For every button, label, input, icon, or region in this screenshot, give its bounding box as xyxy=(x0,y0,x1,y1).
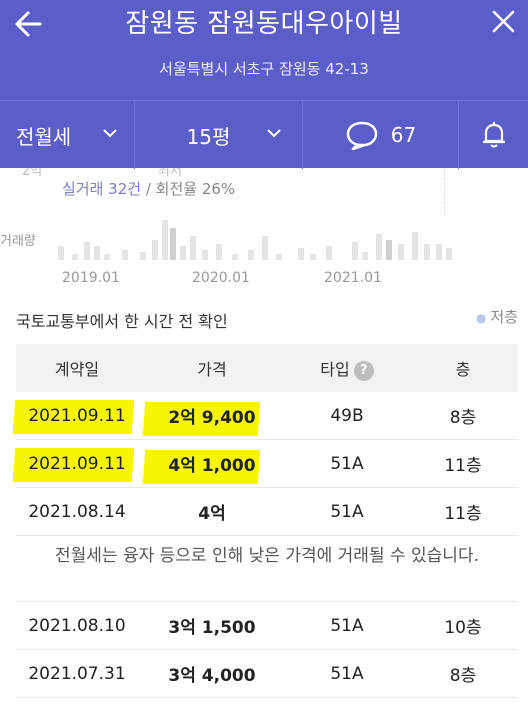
transactions-table: 계약일 가격 타입? 층 2021.09.11 2억 9,400 49B 8층 … xyxy=(16,344,518,698)
header-type-label: 타입 xyxy=(320,359,350,379)
table-row[interactable]: 2021.07.31 3억 4,000 51A 8층 xyxy=(16,650,518,698)
volume-bar xyxy=(84,242,90,260)
volume-bar xyxy=(180,246,186,260)
row-type: 51A xyxy=(330,453,364,474)
legend-dot-icon: ● xyxy=(475,311,487,325)
row-date: 2021.07.31 xyxy=(28,663,126,684)
volume-bar xyxy=(104,254,110,260)
chart-axis-label: 2억 xyxy=(22,168,43,179)
address-text: 서울특별시 서초구 잠원동 42-13 xyxy=(159,60,369,78)
notification-button[interactable] xyxy=(458,101,528,169)
volume-bar xyxy=(436,244,442,260)
rent-notice: 전월세는 융자 등으로 인해 낮은 가격에 거래될 수 있습니다. xyxy=(16,536,518,602)
comments-button[interactable]: 67 xyxy=(302,101,458,169)
back-arrow-icon xyxy=(15,11,42,37)
filter-bar: 전월세 15평 67 xyxy=(0,100,528,169)
volume-bar xyxy=(140,252,146,260)
size-dropdown[interactable]: 15평 xyxy=(134,101,302,169)
row-price: 2억 9,400 xyxy=(168,408,256,428)
comment-bubble-icon xyxy=(346,121,378,150)
row-date: 2021.08.14 xyxy=(28,501,126,522)
volume-bar xyxy=(72,254,78,260)
volume-bar xyxy=(412,232,418,260)
volume-bar xyxy=(352,242,358,260)
volume-bar xyxy=(386,240,392,260)
low-floor-label: 저층 xyxy=(490,308,518,326)
volume-bar xyxy=(398,244,404,260)
app-header: 잠원동 잠원동대우아이빌 서울특별시 서초구 잠원동 42-13 xyxy=(0,0,528,100)
x-tick-label: 2020.01 xyxy=(192,270,250,286)
volume-bar xyxy=(152,240,158,260)
volume-bar xyxy=(276,254,282,260)
x-tick-label: 2021.01 xyxy=(324,270,382,286)
volume-bar xyxy=(232,254,238,260)
x-tick-label: 2019.01 xyxy=(62,270,120,286)
price-chart: 2억 최저 실거래 32건 / 회전율 26% 거래량 xyxy=(0,168,528,262)
trade-count: 실거래 32건 xyxy=(62,180,142,198)
header-type: 타입? xyxy=(286,356,408,381)
table-header: 계약일 가격 타입? 층 xyxy=(16,344,518,392)
volume-bar xyxy=(248,250,254,260)
volume-bar xyxy=(190,236,196,260)
volume-bar xyxy=(424,244,430,260)
volume-bar xyxy=(162,220,168,260)
row-type: 51A xyxy=(330,663,364,684)
volume-bars xyxy=(56,214,456,260)
row-floor: 11층 xyxy=(444,504,482,524)
help-icon[interactable]: ? xyxy=(353,360,374,381)
volume-bar xyxy=(122,250,128,260)
volume-bar xyxy=(170,228,176,260)
volume-bar xyxy=(58,246,64,260)
low-floor-legend[interactable]: ● 저층 xyxy=(476,306,518,327)
close-button[interactable] xyxy=(486,6,520,40)
row-type: 51A xyxy=(330,615,364,636)
row-date: 2021.09.11 xyxy=(28,405,126,426)
page-title: 잠원동 잠원동대우아이빌 xyxy=(125,9,403,39)
row-date: 2021.08.10 xyxy=(28,615,126,636)
chevron-down-icon xyxy=(103,129,117,138)
table-row[interactable]: 2021.08.10 3억 1,500 51A 10층 xyxy=(16,602,518,650)
volume-label: 거래량 xyxy=(0,234,36,249)
volume-bar xyxy=(326,246,332,260)
bell-icon xyxy=(482,122,505,148)
volume-bar xyxy=(94,246,100,260)
turnover-rate: / 회전율 26% xyxy=(141,180,236,198)
row-floor: 8층 xyxy=(449,408,477,428)
table-row[interactable]: 2021.09.11 2억 9,400 49B 8층 xyxy=(16,392,518,440)
chart-x-axis: 2019.01 2020.01 2021.01 xyxy=(0,262,528,294)
volume-bar xyxy=(216,244,222,260)
header-floor: 층 xyxy=(455,360,471,379)
row-floor: 8층 xyxy=(449,666,477,686)
row-price: 3억 1,500 xyxy=(168,618,256,638)
volume-bar xyxy=(376,234,382,260)
header-date: 계약일 xyxy=(54,360,100,379)
row-type: 49B xyxy=(330,405,364,426)
row-type: 51A xyxy=(330,501,364,522)
deal-type-label: 전월세 xyxy=(16,124,72,149)
row-date: 2021.09.11 xyxy=(28,453,126,474)
row-price: 4억 xyxy=(198,504,226,524)
volume-bar xyxy=(202,250,208,260)
row-price: 3억 4,000 xyxy=(168,666,256,686)
deal-type-dropdown[interactable]: 전월세 xyxy=(0,101,134,169)
close-icon xyxy=(492,10,515,33)
volume-bar xyxy=(362,252,368,260)
table-row[interactable]: 2021.09.11 4억 1,000 51A 11층 xyxy=(16,440,518,488)
comment-count: 67 xyxy=(390,123,417,147)
trade-stats: 실거래 32건 / 회전율 26% xyxy=(62,178,235,199)
volume-bar xyxy=(310,254,316,260)
volume-bar xyxy=(262,236,268,260)
chart-marker-line xyxy=(444,168,445,214)
row-floor: 11층 xyxy=(444,456,482,476)
volume-bar xyxy=(446,248,452,260)
volume-bar xyxy=(298,248,304,260)
chevron-down-icon xyxy=(267,129,281,138)
size-label: 15평 xyxy=(186,124,231,149)
header-price: 가격 xyxy=(197,360,227,379)
row-price: 4억 1,000 xyxy=(168,456,256,476)
source-text: 국토교통부에서 한 시간 전 확인 xyxy=(16,312,228,331)
row-floor: 10층 xyxy=(444,618,482,638)
table-row[interactable]: 2021.08.14 4억 51A 11층 xyxy=(16,488,518,536)
back-button[interactable] xyxy=(10,6,50,42)
